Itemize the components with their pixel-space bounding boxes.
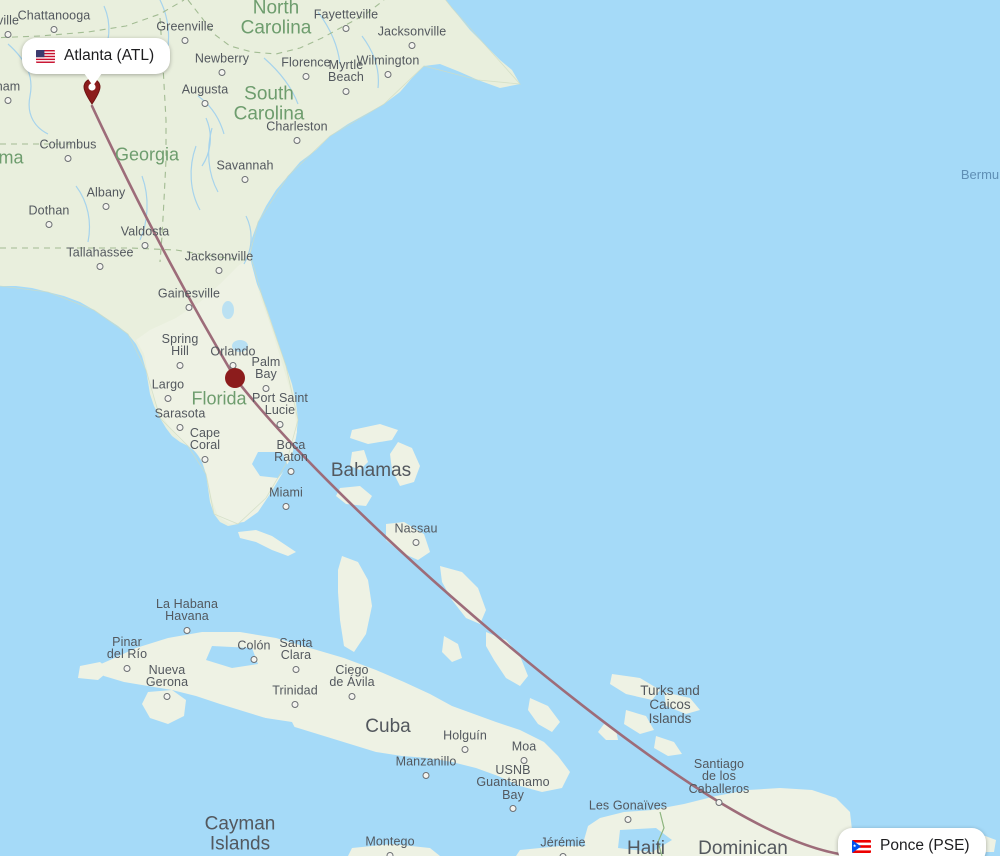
city-savannah-label: Savannah	[216, 158, 274, 173]
city-jacksonville-fl-dot-icon	[215, 267, 223, 274]
city-fayetteville-label: Fayetteville	[313, 7, 379, 22]
city-spring-hill-dot-icon	[176, 362, 184, 369]
city-florence-dot-icon	[302, 73, 310, 80]
city-savannah-dot-icon	[241, 176, 249, 183]
city-nueva-gerona-label: Nueva Gerona	[145, 663, 189, 690]
city-les-gonaives-dot-icon	[624, 816, 632, 823]
city-birmingham-label: ham	[0, 79, 21, 94]
origin-tooltip-tail	[84, 73, 102, 86]
city-manzanillo-dot-icon	[422, 772, 430, 779]
city-augusta-dot-icon	[201, 100, 209, 107]
city-colon-label: Colón	[237, 638, 271, 653]
city-knoxville-label: ville	[0, 13, 20, 28]
city-manzanillo-label: Manzanillo	[395, 754, 457, 769]
city-charleston-dot-icon	[293, 137, 301, 144]
pr-flag-icon	[852, 839, 871, 853]
city-port-saint-lucie-dot-icon	[276, 421, 284, 428]
city-trinidad-dot-icon	[291, 701, 299, 708]
city-jeremie-label: Jérémie	[540, 835, 586, 850]
city-la-habana-dot-icon	[183, 627, 191, 634]
city-dothan-dot-icon	[45, 221, 53, 228]
city-jacksonville-fl-label: Jacksonville	[184, 249, 254, 264]
city-sarasota-dot-icon	[176, 424, 184, 431]
city-chattanooga-label: Chattanooga	[17, 8, 91, 23]
city-nassau-label: Nassau	[394, 521, 438, 536]
city-la-habana-label: La Habana Havana	[155, 597, 219, 624]
city-boca-raton-label: Boca Raton	[274, 438, 308, 465]
city-chattanooga-dot-icon	[50, 26, 58, 33]
city-sarasota-label: Sarasota	[154, 406, 206, 421]
city-tallahassee-label: Tallahassee	[66, 245, 134, 260]
city-colon-dot-icon	[250, 656, 258, 663]
base-map-layer	[0, 0, 1000, 856]
city-knoxville-dot-icon	[4, 31, 12, 38]
city-holguin-label: Holguín	[443, 728, 487, 743]
airport-marker-mco[interactable]	[225, 368, 245, 388]
city-newberry-dot-icon	[218, 69, 226, 76]
city-usnb-guantanamo-bay-label: USNB Guantanamo Bay	[476, 762, 550, 802]
us-flag-icon	[36, 49, 55, 63]
city-montego-dot-icon	[386, 852, 394, 856]
city-santa-clara-dot-icon	[292, 666, 300, 673]
flight-route-map[interactable]: Chattanooga ville Greenville Fayetteville Ja…	[0, 0, 1000, 856]
city-jacksonville-nc-dot-icon	[408, 42, 416, 49]
city-albany-label: Albany	[86, 185, 126, 200]
city-charleston-label: Charleston	[266, 119, 328, 134]
city-moa-label: Moa	[511, 739, 537, 754]
city-santiago-de-los-caballeros-dot-icon	[715, 799, 723, 806]
city-boca-raton-dot-icon	[287, 468, 295, 475]
city-pinar-del-rio-label: Pinar del Río	[106, 635, 148, 662]
city-ciego-de-avila-label: Ciego de Ávila	[329, 663, 375, 690]
city-miami-dot-icon	[282, 503, 290, 510]
city-nassau-dot-icon	[412, 539, 420, 546]
city-trinidad-label: Trinidad	[272, 683, 318, 698]
city-nueva-gerona-dot-icon	[163, 693, 171, 700]
origin-tooltip[interactable]: Atlanta (ATL)	[22, 38, 171, 86]
city-florence-label: Florence	[281, 55, 331, 70]
city-cape-coral-dot-icon	[201, 456, 209, 463]
city-myrtle-beach-dot-icon	[342, 88, 350, 95]
city-pinar-del-rio-dot-icon	[123, 665, 131, 672]
city-port-saint-lucie-label: Port Saint Lucie	[252, 391, 308, 418]
city-valdosta-dot-icon	[141, 242, 149, 249]
city-orlando-label: Orlando	[210, 344, 256, 359]
city-augusta-label: Augusta	[181, 82, 229, 97]
city-largo-label: Largo	[151, 377, 185, 392]
city-wilmington-label: Wilmington	[356, 53, 420, 68]
city-dothan-label: Dothan	[28, 203, 70, 218]
city-usnb-guantanamo-bay-dot-icon	[509, 805, 517, 812]
city-montego-label: Montego	[365, 834, 415, 849]
lake-north-fl	[222, 301, 234, 319]
city-wilmington-dot-icon	[384, 71, 392, 78]
city-albany-dot-icon	[102, 203, 110, 210]
city-ciego-de-avila-dot-icon	[348, 693, 356, 700]
destination-tooltip[interactable]: Ponce (PSE)	[838, 828, 986, 856]
city-palm-bay-label: Palm Bay	[251, 355, 281, 382]
city-fayetteville-dot-icon	[342, 25, 350, 32]
city-cape-coral-label: Cape Coral	[189, 426, 221, 453]
city-miami-label: Miami	[269, 485, 303, 500]
city-greenville-label: Greenville	[156, 19, 214, 34]
city-santa-clara-label: Santa Clara	[279, 636, 313, 663]
city-santiago-de-los-caballeros-label: Santiago de los Caballeros	[688, 756, 750, 796]
city-columbus-label: Columbus	[39, 137, 97, 152]
city-myrtle-beach-label: Myrtle Beach	[328, 58, 364, 85]
city-birmingham-dot-icon	[4, 97, 12, 104]
city-columbus-dot-icon	[64, 155, 72, 162]
city-greenville-dot-icon	[181, 37, 189, 44]
city-largo-dot-icon	[164, 395, 172, 402]
origin-tooltip-label: Atlanta (ATL)	[64, 47, 155, 64]
city-holguin-dot-icon	[461, 746, 469, 753]
destination-tooltip-label: Ponce (PSE)	[880, 837, 970, 854]
city-valdosta-label: Valdosta	[120, 224, 170, 239]
city-spring-hill-label: Spring Hill	[161, 332, 199, 359]
city-les-gonaives-label: Les Gonaïves	[588, 798, 668, 813]
city-newberry-label: Newberry	[194, 51, 250, 66]
city-jacksonville-nc-label: Jacksonville	[377, 24, 447, 39]
city-gainesville-dot-icon	[185, 304, 193, 311]
city-gainesville-label: Gainesville	[157, 286, 221, 301]
city-tallahassee-dot-icon	[96, 263, 104, 270]
